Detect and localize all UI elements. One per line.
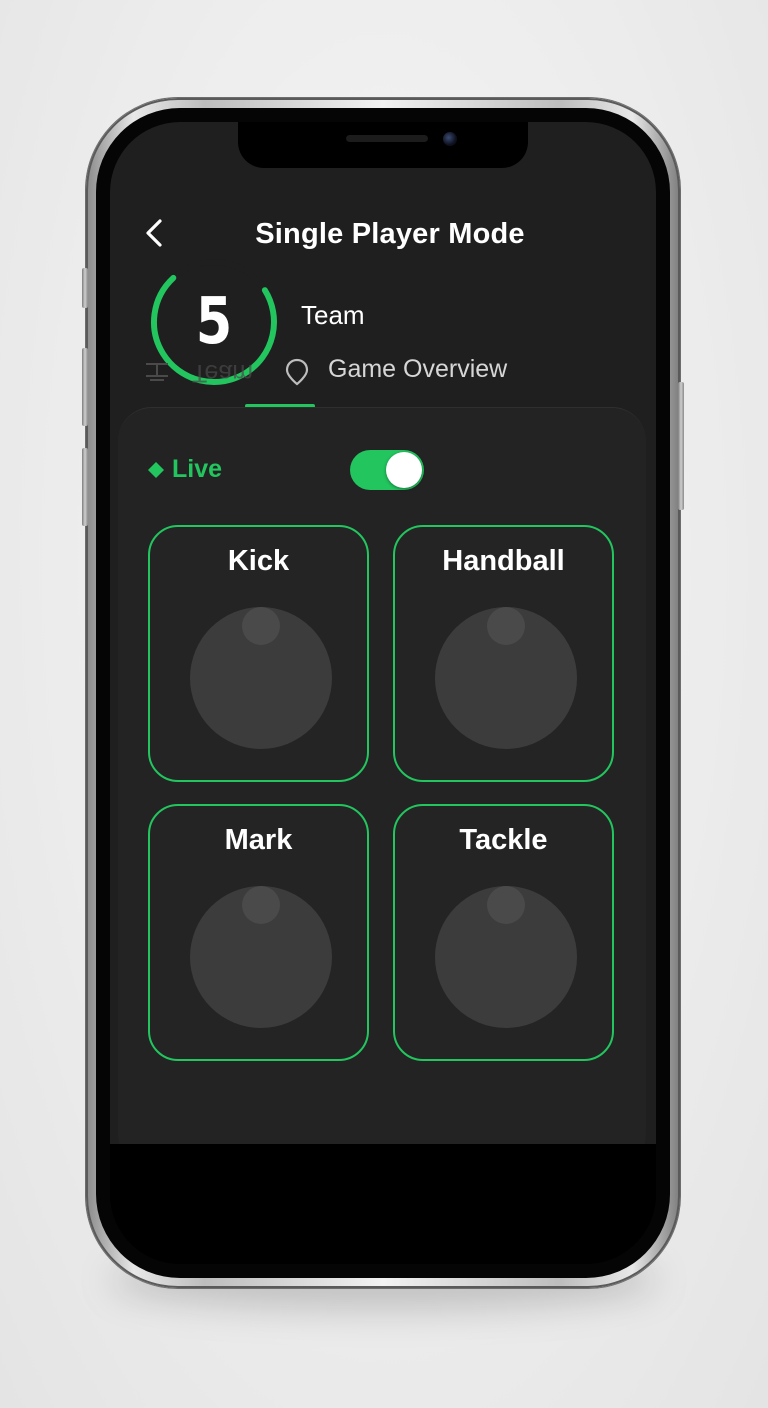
dial-indicator [242,607,280,645]
lineup-icon [146,363,168,381]
front-camera-icon [443,132,457,146]
map-pin-icon [285,358,309,386]
action-card-mark[interactable]: Mark [148,804,369,1061]
live-label: Live [172,455,223,483]
power-button [678,382,684,510]
tab-team[interactable]: Team [192,358,253,387]
live-toggle[interactable] [350,450,424,490]
tab-game-overview[interactable]: Game Overview [328,355,507,384]
dial-knob[interactable] [435,607,577,749]
action-card-kick[interactable]: Kick [148,525,369,782]
diamond-icon [148,462,164,478]
stage: Single Player Mode 5 Team Team Game Over… [0,0,768,1408]
dial-indicator [487,607,525,645]
earpiece-speaker [346,135,428,142]
card-label: Handball [442,545,565,577]
toggle-knob [386,452,422,488]
dial-indicator [487,886,525,924]
chevron-left-icon [146,219,162,247]
notch [238,122,528,168]
dial-knob[interactable] [435,886,577,1028]
action-card-handball[interactable]: Handball [393,525,614,782]
phone-screen: Single Player Mode 5 Team Team Game Over… [110,122,656,1264]
back-button[interactable] [140,218,170,248]
volume-up-button [82,348,88,426]
silent-switch [82,268,88,308]
card-label: Kick [227,545,290,577]
action-card-tackle[interactable]: Tackle [393,804,614,1061]
page-title: Single Player Mode [255,218,525,250]
dial-knob[interactable] [190,886,332,1028]
dial-knob[interactable] [190,607,332,749]
card-label: Tackle [459,824,548,856]
card-label: Mark [224,824,293,856]
team-label: Team [301,300,365,330]
volume-down-button [82,448,88,526]
app-area: Single Player Mode 5 Team Team Game Over… [110,122,656,1168]
home-area [110,1144,656,1264]
dial-indicator [242,886,280,924]
